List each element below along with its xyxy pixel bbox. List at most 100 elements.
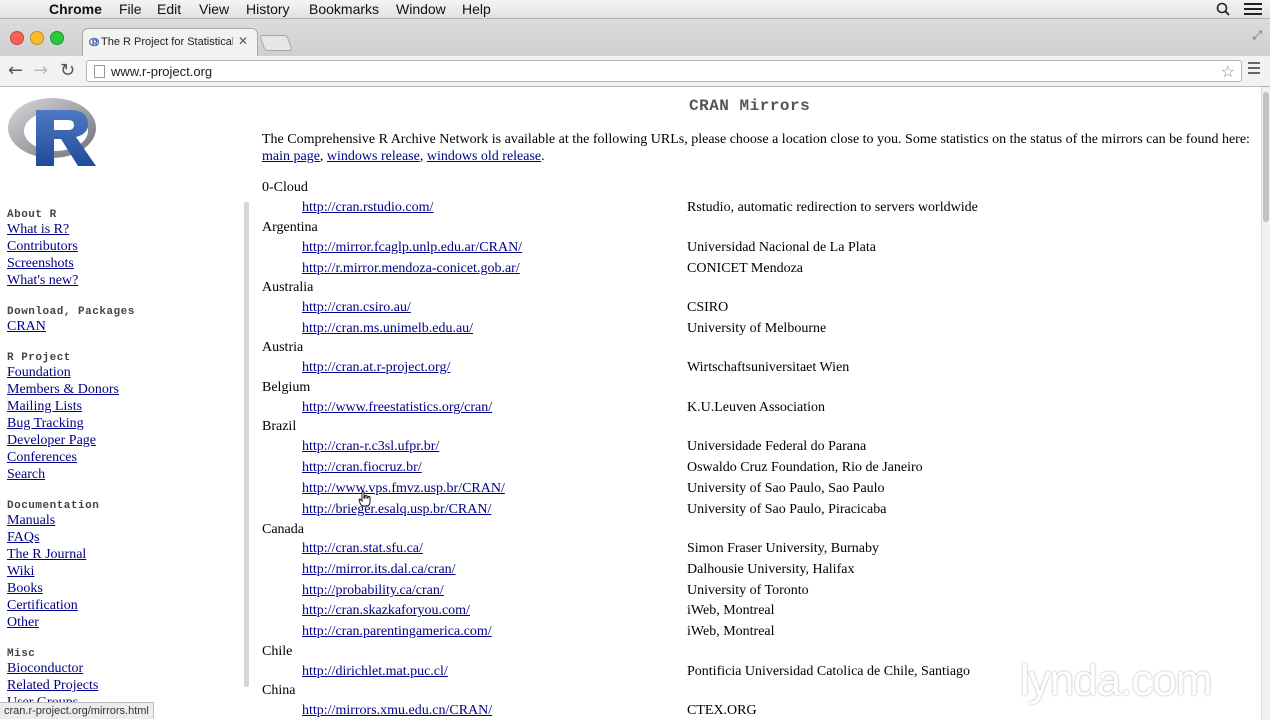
main-content: CRAN Mirrors The Comprehensive R Archive… xyxy=(262,87,1252,720)
sidebar-heading-misc: Misc xyxy=(7,648,36,660)
mirror-link[interactable]: http://brieger.esalq.usp.br/CRAN/ xyxy=(302,502,491,518)
sidebar: About R What is R? Contributors Screensh… xyxy=(0,87,240,720)
mirror-description: CTEX.ORG xyxy=(687,703,757,718)
tab-close-icon[interactable]: ✕ xyxy=(238,34,248,48)
mirror-description: University of Sao Paulo, Sao Paulo xyxy=(687,481,885,496)
sidebar-link-search[interactable]: Search xyxy=(7,467,45,483)
sidebar-link-members-donors[interactable]: Members & Donors xyxy=(7,382,119,398)
mirror-link[interactable]: http://www.freestatistics.org/cran/ xyxy=(302,400,492,416)
browser-tab[interactable]: R The R Project for Statistical ✕ xyxy=(82,28,258,56)
mirror-link[interactable]: http://r.mirror.mendoza-conicet.gob.ar/ xyxy=(302,261,520,277)
mirror-description: CONICET Mendoza xyxy=(687,261,803,276)
browser-tab-strip: R The R Project for Statistical ✕ ⤢ xyxy=(0,19,1270,56)
country-heading: Argentina xyxy=(262,220,318,235)
sidebar-link-cran[interactable]: CRAN xyxy=(7,319,46,335)
sidebar-link-bug-tracking[interactable]: Bug Tracking xyxy=(7,416,84,432)
mirror-link[interactable]: http://cran.fiocruz.br/ xyxy=(302,460,422,476)
menu-bookmarks[interactable]: Bookmarks xyxy=(309,0,379,18)
back-arrow-icon[interactable]: ← xyxy=(8,60,23,81)
country-heading: China xyxy=(262,683,296,698)
new-tab-button[interactable] xyxy=(259,35,293,51)
sidebar-link-manuals[interactable]: Manuals xyxy=(7,513,55,529)
window-zoom-icon[interactable] xyxy=(50,31,64,45)
mirror-description: Wirtschaftsuniversitaet Wien xyxy=(687,360,850,375)
scrollbar-thumb[interactable] xyxy=(1263,92,1269,222)
sidebar-link-bioconductor[interactable]: Bioconductor xyxy=(7,661,83,677)
mirror-description: iWeb, Montreal xyxy=(687,624,775,639)
page-scrollbar[interactable] xyxy=(1261,87,1270,720)
window-minimize-icon[interactable] xyxy=(30,31,44,45)
country-heading: Brazil xyxy=(262,419,297,434)
sidebar-link-books[interactable]: Books xyxy=(7,581,43,597)
mirror-link[interactable]: http://mirror.its.dal.ca/cran/ xyxy=(302,562,456,578)
mirror-link[interactable]: http://cran.parentingamerica.com/ xyxy=(302,624,492,640)
bookmark-star-icon[interactable]: ☆ xyxy=(1221,62,1235,82)
mirror-description: CSIRO xyxy=(687,300,729,315)
sidebar-link-faqs[interactable]: FAQs xyxy=(7,530,39,546)
sidebar-scroll-divider[interactable] xyxy=(244,202,249,687)
page-icon xyxy=(94,65,105,78)
sidebar-link-whats-new[interactable]: What's new? xyxy=(7,273,78,289)
hand-pointer-cursor-icon xyxy=(358,491,371,507)
mirror-link[interactable]: http://mirrors.xmu.edu.cn/CRAN/ xyxy=(302,703,492,719)
sidebar-link-developer-page[interactable]: Developer Page xyxy=(7,433,96,449)
address-bar-url: www.r-project.org xyxy=(111,64,213,79)
menu-app-chrome[interactable]: Chrome xyxy=(49,0,102,18)
sidebar-heading-project: R Project xyxy=(7,352,71,364)
menu-history[interactable]: History xyxy=(246,0,290,18)
forward-arrow-icon[interactable]: → xyxy=(33,60,48,81)
country-heading: Chile xyxy=(262,644,293,659)
mirror-link[interactable]: http://dirichlet.mat.puc.cl/ xyxy=(302,664,448,680)
mirror-link[interactable]: http://cran.ms.unimelb.edu.au/ xyxy=(302,321,473,337)
country-heading: Canada xyxy=(262,522,304,537)
chrome-menu-icon[interactable] xyxy=(1248,62,1260,77)
r-logo[interactable] xyxy=(6,94,102,168)
sidebar-link-what-is-r[interactable]: What is R? xyxy=(7,222,69,238)
sidebar-link-certification[interactable]: Certification xyxy=(7,598,78,614)
menu-help[interactable]: Help xyxy=(462,0,491,18)
sidebar-heading-about: About R xyxy=(7,209,57,221)
mirror-link[interactable]: http://mirror.fcaglp.unlp.edu.ar/CRAN/ xyxy=(302,240,522,256)
mirror-link[interactable]: http://cran.at.r-project.org/ xyxy=(302,360,450,376)
mirror-link[interactable]: http://cran.skazkaforyou.com/ xyxy=(302,603,470,619)
mirror-description: Pontificia Universidad Catolica de Chile… xyxy=(687,664,971,679)
mirror-link[interactable]: http://cran.rstudio.com/ xyxy=(302,200,433,216)
mirror-link[interactable]: http://www.vps.fmvz.usp.br/CRAN/ xyxy=(302,481,505,497)
mirror-link[interactable]: http://cran-r.c3sl.ufpr.br/ xyxy=(302,439,439,455)
menu-edit[interactable]: Edit xyxy=(157,0,181,18)
sidebar-link-conferences[interactable]: Conferences xyxy=(7,450,77,466)
mirror-description: Universidad Nacional de La Plata xyxy=(687,240,876,255)
spotlight-search-icon[interactable] xyxy=(1216,2,1230,16)
sidebar-heading-download: Download, Packages xyxy=(7,306,135,318)
sidebar-link-contributors[interactable]: Contributors xyxy=(7,239,78,255)
mirror-description: Universidade Federal do Parana xyxy=(687,439,867,454)
page-viewport: About R What is R? Contributors Screensh… xyxy=(0,87,1262,720)
sidebar-link-related-projects[interactable]: Related Projects xyxy=(7,678,98,694)
sidebar-link-foundation[interactable]: Foundation xyxy=(7,365,71,381)
link-windows-release[interactable]: windows release xyxy=(327,149,420,164)
mirror-description: University of Toronto xyxy=(687,583,809,598)
reload-icon[interactable]: ↻ xyxy=(60,60,75,81)
tab-title: The R Project for Statistical xyxy=(101,36,233,48)
sidebar-link-other[interactable]: Other xyxy=(7,615,39,631)
sidebar-link-mailing-lists[interactable]: Mailing Lists xyxy=(7,399,82,415)
country-heading: Belgium xyxy=(262,380,311,395)
link-main-page[interactable]: main page xyxy=(262,149,320,164)
menu-view[interactable]: View xyxy=(199,0,229,18)
mirror-link[interactable]: http://cran.csiro.au/ xyxy=(302,300,411,316)
window-close-icon[interactable] xyxy=(10,31,24,45)
mirror-link[interactable]: http://cran.stat.sfu.ca/ xyxy=(302,541,423,557)
sidebar-link-r-journal[interactable]: The R Journal xyxy=(7,547,86,563)
sidebar-heading-documentation: Documentation xyxy=(7,500,100,512)
sidebar-link-screenshots[interactable]: Screenshots xyxy=(7,256,74,272)
fullscreen-icon[interactable]: ⤢ xyxy=(1252,28,1262,43)
mirror-link[interactable]: http://probability.ca/cran/ xyxy=(302,583,444,599)
svg-text:R: R xyxy=(92,39,98,48)
notification-list-icon[interactable] xyxy=(1244,3,1262,15)
link-windows-old-release[interactable]: windows old release xyxy=(427,149,541,164)
menu-window[interactable]: Window xyxy=(396,0,446,18)
sidebar-link-wiki[interactable]: Wiki xyxy=(7,564,34,580)
address-bar[interactable]: www.r-project.org ☆ xyxy=(86,60,1242,82)
menu-file[interactable]: File xyxy=(119,0,142,18)
country-heading: Australia xyxy=(262,280,314,295)
